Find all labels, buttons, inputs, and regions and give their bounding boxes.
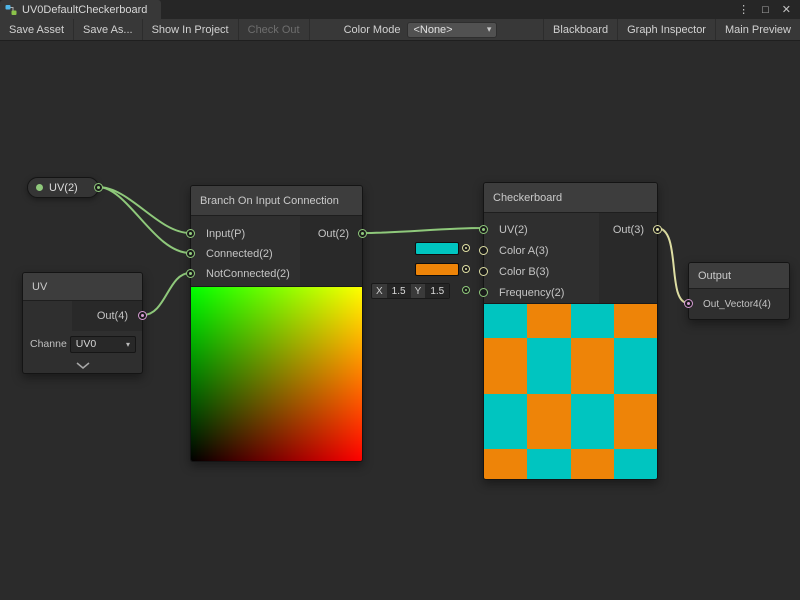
checkerboard-out-port[interactable] [653,225,662,234]
chevron-down-icon [75,362,91,369]
main-preview-button[interactable]: Main Preview [715,19,800,40]
chevron-down-icon: ▾ [487,24,492,35]
node-uv[interactable]: UV Out(4) Channe UV0 ▾ [22,272,143,374]
output-node-title: Output [698,270,731,282]
frequency-inline-port[interactable] [462,286,470,294]
node-uv-property[interactable]: UV(2) [27,177,99,198]
color-b-inline-port[interactable] [462,265,470,273]
frequency-x-field[interactable]: 1.5 [387,284,411,298]
branch-input-port[interactable] [186,229,195,238]
property-label: UV(2) [49,182,78,194]
shader-graph-icon [5,4,17,16]
color-mode-value: <None> [413,24,452,36]
port-label: Input(P) [206,228,245,240]
checkerboard-frequency-port[interactable] [479,288,488,297]
port-row-color-a: Color A(3) [484,240,657,261]
frequency-y-field[interactable]: 1.5 [425,284,449,298]
collapse-preview-button[interactable] [23,357,142,373]
frequency-field-group: X 1.5 Y 1.5 [371,283,450,299]
edge-branchout-to-checkerboard-uv[interactable] [362,228,483,233]
port-label: UV(2) [499,224,528,236]
toolbar-right-group: Blackboard Graph Inspector Main Preview [543,19,800,40]
branch-out-label: Out(2) [318,228,349,240]
port-label: Frequency(2) [499,287,564,299]
color-mode-dropdown[interactable]: <None> ▾ [407,22,497,38]
branch-out-port[interactable] [358,229,367,238]
node-output[interactable]: Output Out_Vector4(4) [688,262,790,320]
uv-out-label: Out(4) [97,310,128,322]
port-row-notconnected: NotConnected(2) [191,264,362,284]
node-branch-on-input-connection[interactable]: Branch On Input Connection Input(P) Conn… [190,185,363,462]
edge-uvproperty-to-branch-connected[interactable] [98,187,190,253]
tab-title: UV0DefaultCheckerboard [22,4,147,16]
port-label: Color A(3) [499,245,549,257]
output-in-port[interactable] [684,299,693,308]
branch-notconnected-port[interactable] [186,269,195,278]
checkerboard-color-a-port[interactable] [479,246,488,255]
channel-label: Channe [30,338,67,350]
graph-canvas[interactable]: UV(2) UV Out(4) Channe UV0 ▾ Branch On [0,41,800,600]
color-a-swatch[interactable] [415,242,459,255]
uv-property-out-port[interactable] [94,183,103,192]
port-row-out-vector4: Out_Vector4(4) [689,289,789,319]
blackboard-button[interactable]: Blackboard [543,19,617,40]
color-a-inline-port[interactable] [462,244,470,252]
kebab-menu-icon[interactable]: ⋮ [738,3,749,16]
graph-inspector-button[interactable]: Graph Inspector [617,19,715,40]
edge-uvproperty-to-branch-input[interactable] [98,187,190,233]
close-icon[interactable]: ✕ [782,3,791,16]
checkerboard-node-header[interactable]: Checkerboard [484,183,657,213]
color-mode-label: Color Mode [344,24,401,36]
channel-value: UV0 [76,338,96,350]
maximize-icon[interactable]: □ [762,4,769,16]
save-as-button[interactable]: Save As... [74,19,143,40]
frequency-x-label: X [372,286,387,297]
port-row-color-b: Color B(3) [484,261,657,282]
uv-node-title: UV [32,281,47,293]
checkerboard-out-label: Out(3) [613,224,644,236]
edge-uvout-to-branch-notconnected[interactable] [143,273,190,315]
port-label: Out_Vector4(4) [703,299,771,310]
chevron-down-icon: ▾ [126,340,130,349]
port-row-frequency: Frequency(2) [484,282,657,303]
property-dot-icon [36,184,43,191]
save-asset-button[interactable]: Save Asset [0,19,74,40]
node-checkerboard[interactable]: Checkerboard UV(2) Color A(3) Color B(3)… [483,182,658,480]
channel-dropdown[interactable]: UV0 ▾ [70,336,136,353]
port-label: NotConnected(2) [206,268,290,280]
window-controls: ⋮ □ ✕ [738,0,800,19]
branch-connected-port[interactable] [186,249,195,258]
edge-checkerboardout-to-output[interactable] [657,228,688,303]
frequency-y-label: Y [411,286,426,297]
branch-node-header[interactable]: Branch On Input Connection [191,186,362,216]
output-node-header[interactable]: Output [689,263,789,289]
port-label: Connected(2) [206,248,273,260]
port-label: Color B(3) [499,266,549,278]
show-in-project-button[interactable]: Show In Project [143,19,239,40]
checkerboard-preview [484,303,657,479]
uv-node-header[interactable]: UV [23,273,142,301]
checkerboard-node-title: Checkerboard [493,192,562,204]
tab-uv0defaultcheckerboard[interactable]: UV0DefaultCheckerboard [0,0,161,19]
color-mode-group: Color Mode <None> ▾ [340,19,502,40]
port-row-connected: Connected(2) [191,244,362,264]
check-out-button: Check Out [239,19,310,40]
uv-out-port[interactable] [138,311,147,320]
shader-graph-toolbar: Save Asset Save As... Show In Project Ch… [0,19,800,41]
window-tab-bar: UV0DefaultCheckerboard ⋮ □ ✕ [0,0,800,19]
branch-node-title: Branch On Input Connection [200,195,339,207]
checkerboard-color-b-port[interactable] [479,267,488,276]
color-b-swatch[interactable] [415,263,459,276]
uv-gradient-preview [191,287,362,461]
checkerboard-uv-port[interactable] [479,225,488,234]
